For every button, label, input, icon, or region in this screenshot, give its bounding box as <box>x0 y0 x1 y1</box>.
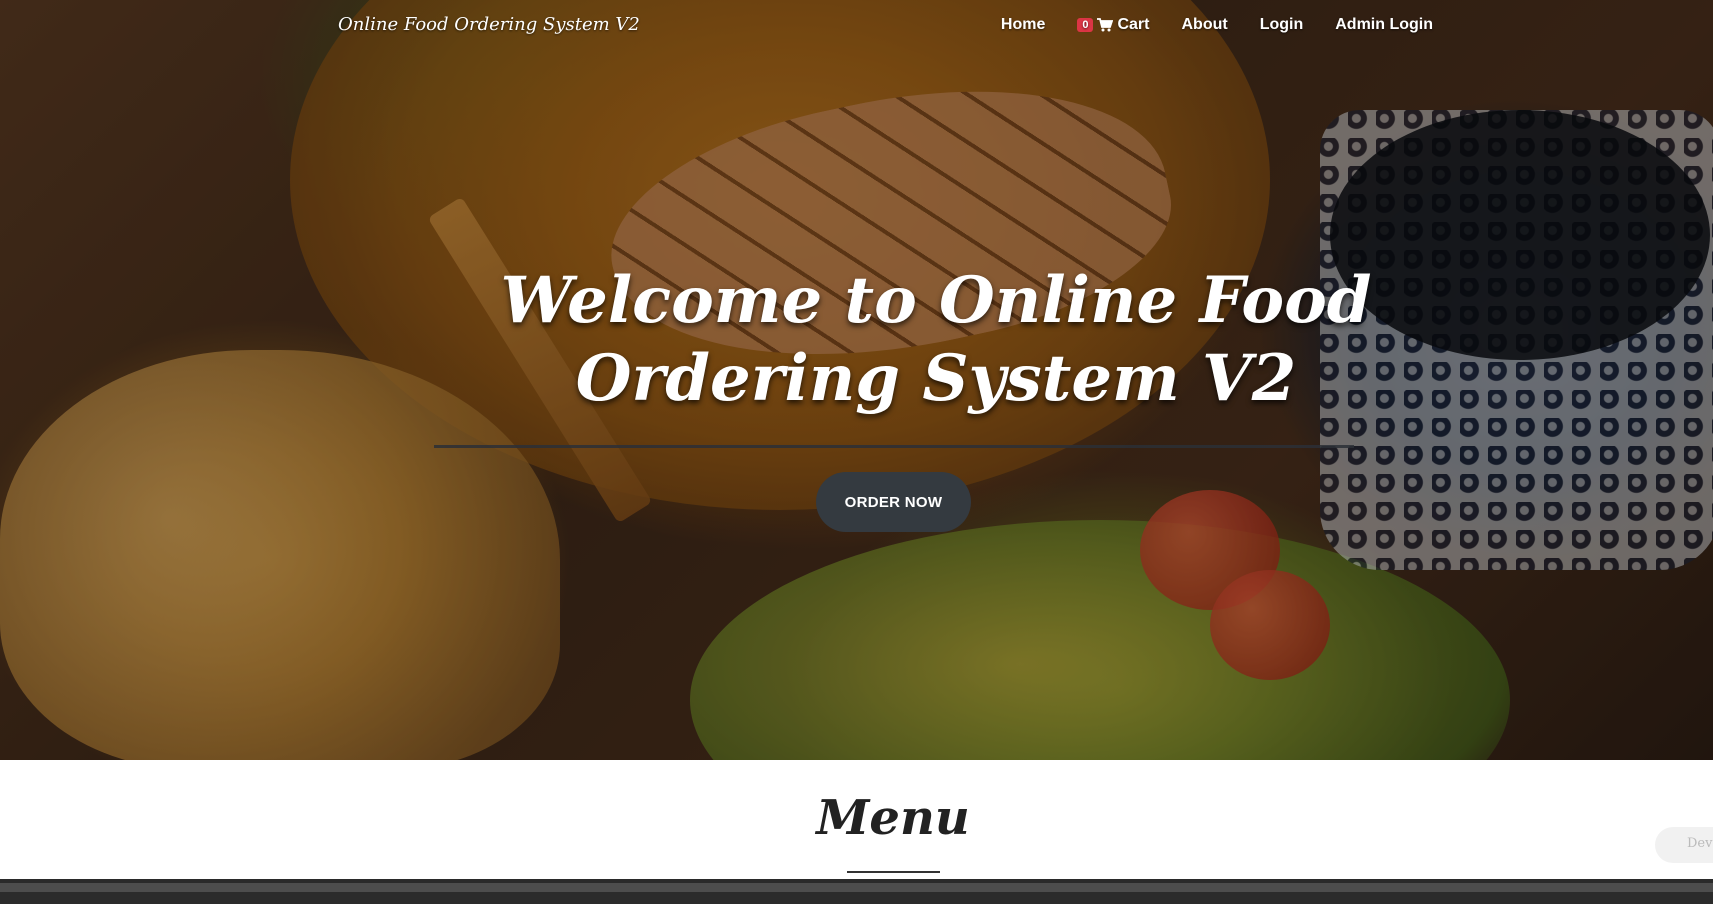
cart-icon <box>1097 18 1114 32</box>
nav-about[interactable]: About <box>1165 16 1243 34</box>
nav-login-label: Login <box>1259 16 1304 33</box>
menu-title: Menu <box>816 790 970 846</box>
bottom-section-dark <box>0 892 1713 904</box>
dev-widget[interactable]: Deve <box>1655 827 1713 863</box>
menu-underline <box>847 871 940 873</box>
nav-cart-label: Cart <box>1117 16 1150 33</box>
cart-count-badge: 0 <box>1077 18 1094 32</box>
navbar: Online Food Ordering System V2 Home 0 Ca… <box>0 0 1713 56</box>
nav-admin-login-label: Admin Login <box>1335 16 1433 33</box>
nav-home-label: Home <box>1000 16 1046 33</box>
nav-login[interactable]: Login <box>1244 16 1320 34</box>
nav-admin-login[interactable]: Admin Login <box>1319 16 1449 34</box>
brand-logo[interactable]: Online Food Ordering System V2 <box>338 14 640 35</box>
nav-links: Home 0 Cart About Login Admin Login <box>985 16 1449 34</box>
nav-about-label: About <box>1181 16 1228 33</box>
nav-home[interactable]: Home <box>985 16 1061 34</box>
nav-cart[interactable]: 0 Cart <box>1061 16 1165 34</box>
hero-title: Welcome to Online Food Ordering System V… <box>500 263 1372 416</box>
order-now-button[interactable]: ORDER NOW <box>816 472 971 532</box>
hero-divider <box>434 445 1354 448</box>
